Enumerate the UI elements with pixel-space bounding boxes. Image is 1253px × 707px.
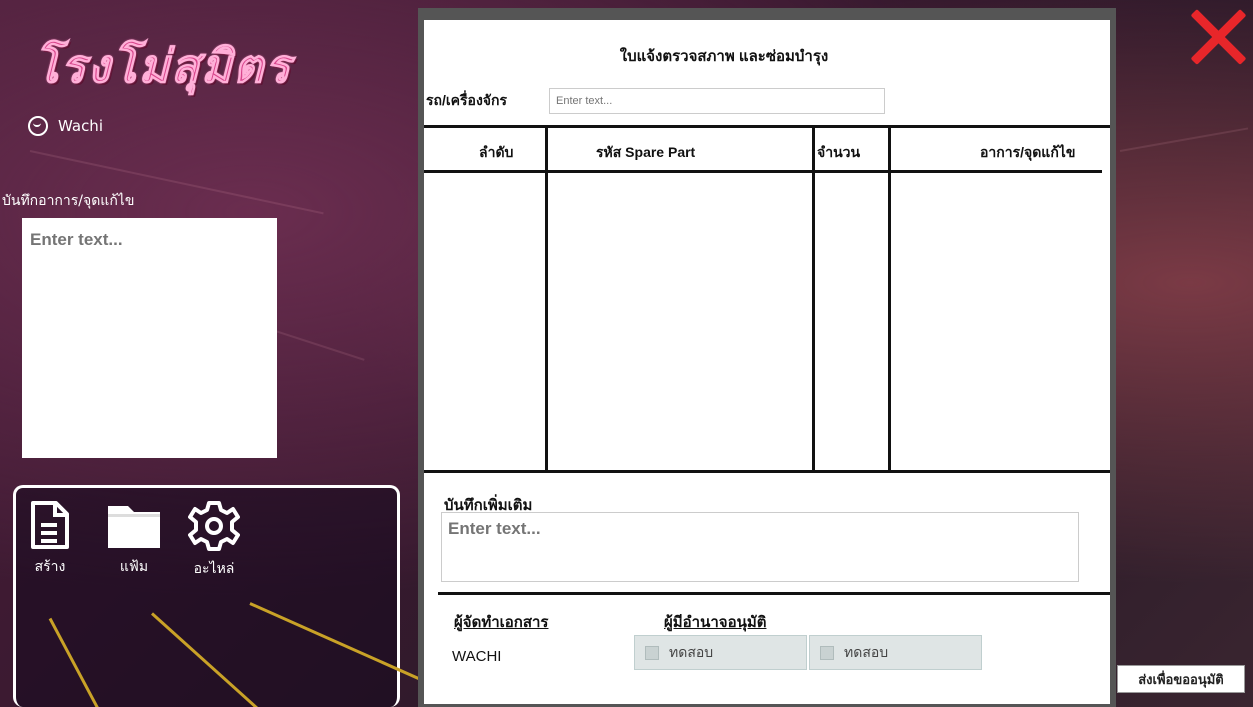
spare-parts-label: อะไหล่ [193, 561, 235, 577]
close-icon[interactable] [1188, 6, 1248, 66]
table-top-border [424, 125, 1110, 128]
approver-option-2[interactable]: ทดสอบ [809, 635, 982, 670]
machine-label: รถ/เครื่องจักร [426, 92, 507, 108]
maintenance-form: ใบแจ้งตรวจสภาพ และซ่อมบำรุง รถ/เครื่องจั… [424, 20, 1110, 704]
checkbox-icon [820, 645, 834, 660]
approver-option-1[interactable]: ทดสอบ [634, 635, 807, 670]
spare-parts-button[interactable]: อะไหล่ [188, 500, 240, 580]
table-bottom-border [424, 470, 1110, 473]
table-divider [812, 128, 815, 473]
submit-for-approval-button[interactable]: ส่งเพื่อขออนุมัติ [1117, 665, 1245, 693]
document-icon [31, 501, 69, 549]
gear-icon [188, 501, 240, 551]
preparer-label: ผู้จัดทำเอกสาร [454, 614, 549, 631]
create-label: สร้าง [34, 559, 66, 575]
column-header-symptom: อาการ/จุดแก้ไข [980, 144, 1076, 160]
folder-label: แฟ้ม [119, 559, 149, 575]
table-header-border [424, 170, 1102, 173]
column-header-spare-part: รหัส Spare Part [596, 144, 696, 160]
table-divider [888, 128, 891, 473]
preparer-name: WACHI [452, 648, 502, 665]
folder-button[interactable]: แฟ้ม [106, 500, 162, 578]
folder-icon [108, 506, 160, 548]
checkbox-icon [645, 645, 659, 660]
note-input[interactable] [22, 218, 277, 458]
column-header-sequence: ลำดับ [479, 144, 514, 160]
extra-notes-input[interactable] [441, 512, 1079, 582]
approver-label: ผู้มีอำนาจอนุมัติ [664, 614, 767, 631]
tool-panel: สร้าง แฟ้ม อะไหล่ [13, 485, 400, 707]
create-button[interactable]: สร้าง [30, 500, 70, 578]
note-label: บันทึกอาการ/จุดแก้ไข [2, 193, 135, 209]
user-name: Wachi [58, 117, 103, 135]
user-profile[interactable]: Wachi [28, 116, 103, 136]
app-logo: โรงโม่สุมิตร [34, 39, 292, 94]
signature-divider [438, 592, 1110, 595]
approver-option-label: ทดสอบ [669, 643, 714, 660]
background-decoration [1119, 127, 1249, 152]
user-smile-icon [28, 116, 48, 136]
column-header-quantity: จำนวน [817, 144, 861, 160]
machine-input[interactable] [549, 88, 885, 114]
form-title: ใบแจ้งตรวจสภาพ และซ่อมบำรุง [619, 48, 829, 65]
approver-option-label: ทดสอบ [844, 643, 889, 660]
table-divider [545, 128, 548, 473]
